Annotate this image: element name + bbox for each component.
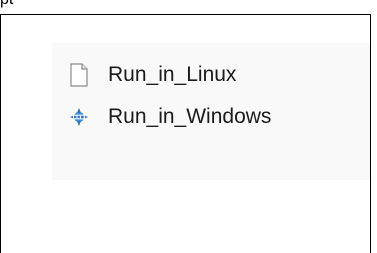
file-list-panel: Run_in_Linux Run_in_Windows: [52, 43, 370, 180]
file-name-label: Run_in_Linux: [108, 63, 237, 86]
blank-file-icon: [66, 62, 92, 88]
cropped-heading-text: pt: [0, 0, 13, 8]
file-item-run-in-windows[interactable]: Run_in_Windows: [66, 102, 271, 132]
file-item-run-in-linux[interactable]: Run_in_Linux: [66, 60, 236, 90]
file-name-label: Run_in_Windows: [108, 105, 272, 128]
batch-file-icon: [66, 104, 92, 130]
